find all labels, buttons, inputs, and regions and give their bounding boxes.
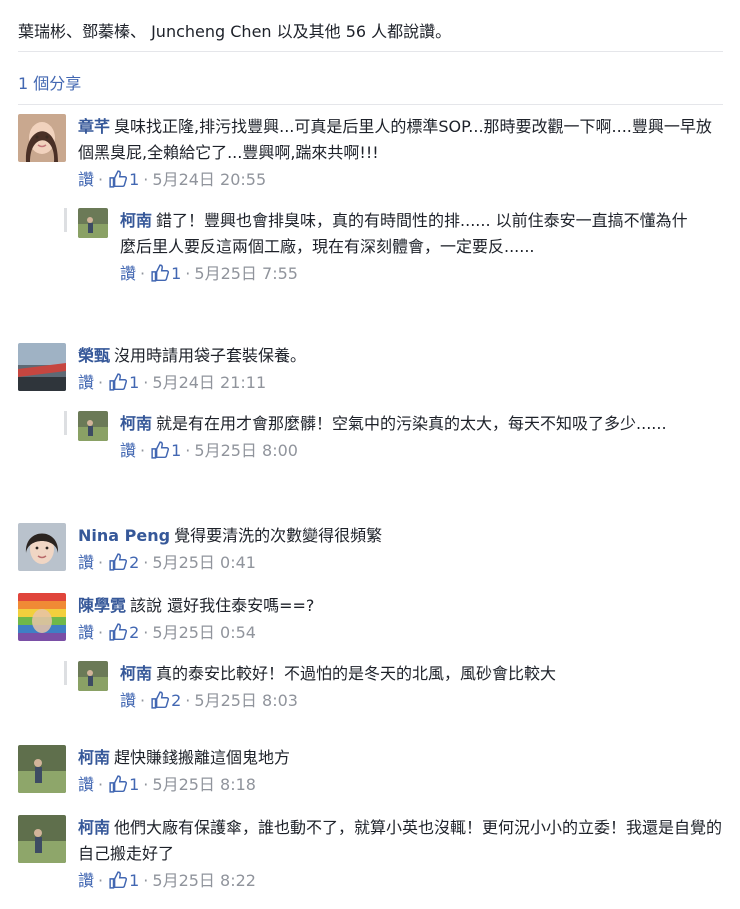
comment-meta: 讚 · 1 · 5月25日 8:18 bbox=[78, 775, 256, 794]
comment-time[interactable]: 5月24日 20:55 bbox=[152, 170, 266, 189]
comment-meta: 讚 · 1 · 5月24日 20:55 bbox=[78, 170, 267, 189]
comment-time[interactable]: 5月25日 0:54 bbox=[152, 623, 256, 642]
comment-time[interactable]: 5月25日 8:03 bbox=[194, 691, 298, 710]
thumb-up-icon bbox=[109, 170, 128, 188]
comment-author[interactable]: 柯南 bbox=[120, 414, 152, 433]
comment-text: 臭味找正隆,排污找豐興...可真是后里人的標準SOP...那時要改觀一下啊...… bbox=[78, 117, 712, 162]
avatar[interactable] bbox=[78, 411, 108, 441]
like-button[interactable]: 讚 bbox=[78, 170, 94, 189]
like-count[interactable]: 2 bbox=[129, 553, 139, 572]
like-button[interactable]: 讚 bbox=[78, 553, 94, 572]
comment-author[interactable]: 柯南 bbox=[78, 818, 110, 837]
comment-time[interactable]: 5月25日 8:18 bbox=[152, 775, 256, 794]
avatar[interactable] bbox=[18, 114, 66, 162]
reply-indent-bar bbox=[64, 411, 67, 435]
thumb-up-icon bbox=[109, 871, 128, 889]
comment-time[interactable]: 5月25日 8:22 bbox=[152, 871, 256, 890]
avatar[interactable] bbox=[18, 343, 66, 391]
avatar[interactable] bbox=[18, 815, 66, 863]
comment-meta: 讚 · 1 · 5月24日 21:11 bbox=[78, 373, 267, 392]
comment-author[interactable]: 柯南 bbox=[120, 664, 152, 683]
like-button[interactable]: 讚 bbox=[78, 623, 94, 642]
comment-text: 趕快賺錢搬離這個鬼地方 bbox=[114, 748, 291, 767]
like-button[interactable]: 讚 bbox=[120, 691, 136, 710]
like-count[interactable]: 2 bbox=[129, 623, 139, 642]
comment-meta: 讚 · 2 · 5月25日 0:41 bbox=[78, 553, 256, 572]
reply-indent-bar bbox=[64, 661, 67, 685]
comment-author[interactable]: 柯南 bbox=[120, 211, 152, 230]
thumb-up-icon bbox=[109, 623, 128, 641]
like-button[interactable]: 讚 bbox=[120, 264, 136, 283]
comment-author[interactable]: 陳學霓 bbox=[78, 596, 126, 615]
comment-text: 真的泰安比較好！不過怕的是冬天的北風，風砂會比較大 bbox=[156, 664, 557, 683]
like-count[interactable]: 1 bbox=[129, 373, 139, 392]
avatar[interactable] bbox=[18, 523, 66, 571]
comment-meta: 讚 · 1 · 5月25日 8:22 bbox=[78, 871, 256, 890]
comment-time[interactable]: 5月25日 0:41 bbox=[152, 553, 256, 572]
thumb-up-icon bbox=[151, 441, 170, 459]
comment-text: 他們大廠有保護傘，誰也動不了，就算小英也沒輒！更何況小小的立委！我還是自覺的自己… bbox=[78, 818, 723, 863]
thumb-up-icon bbox=[109, 553, 128, 571]
comment-meta: 讚 · 2 · 5月25日 8:03 bbox=[120, 691, 298, 710]
shares-link[interactable]: 1 個分享 bbox=[18, 70, 81, 94]
divider bbox=[18, 104, 723, 105]
reply-indent-bar bbox=[64, 208, 67, 232]
like-count[interactable]: 1 bbox=[129, 775, 139, 794]
divider bbox=[18, 51, 723, 52]
comment-text: 就是有在用才會那麼髒！空氣中的污染真的太大，每天不知吸了多少...... bbox=[156, 414, 667, 433]
comment-text: 沒用時請用袋子套裝保養。 bbox=[114, 346, 307, 365]
comment-author[interactable]: 章芊 bbox=[78, 117, 110, 136]
comment-time[interactable]: 5月24日 21:11 bbox=[152, 373, 266, 392]
thumb-up-icon bbox=[109, 775, 128, 793]
comment-text: 覺得要清洗的次數變得很頻繁 bbox=[174, 526, 383, 545]
like-button[interactable]: 讚 bbox=[78, 871, 94, 890]
like-count[interactable]: 1 bbox=[129, 170, 139, 189]
likes-summary[interactable]: 葉瑞彬、鄧蓁榛、 Juncheng Chen 以及其他 56 人都說讚。 bbox=[18, 18, 723, 42]
avatar[interactable] bbox=[18, 593, 66, 641]
avatar[interactable] bbox=[78, 208, 108, 238]
comment-time[interactable]: 5月25日 7:55 bbox=[194, 264, 298, 283]
like-button[interactable]: 讚 bbox=[120, 441, 136, 460]
like-button[interactable]: 讚 bbox=[78, 373, 94, 392]
comment-meta: 讚 · 2 · 5月25日 0:54 bbox=[78, 623, 256, 642]
comment-author[interactable]: Nina Peng bbox=[78, 526, 170, 545]
comment-text: 該說 還好我住泰安嗎==? bbox=[130, 596, 315, 615]
like-count[interactable]: 1 bbox=[171, 441, 181, 460]
comment-author[interactable]: 柯南 bbox=[78, 748, 110, 767]
comment-time[interactable]: 5月25日 8:00 bbox=[194, 441, 298, 460]
like-count[interactable]: 1 bbox=[129, 871, 139, 890]
comment-meta: 讚 · 1 · 5月25日 8:00 bbox=[120, 441, 298, 460]
comment-author[interactable]: 榮甄 bbox=[78, 346, 110, 365]
thumb-up-icon bbox=[151, 264, 170, 282]
avatar[interactable] bbox=[18, 745, 66, 793]
like-button[interactable]: 讚 bbox=[78, 775, 94, 794]
thumb-up-icon bbox=[151, 691, 170, 709]
comment-meta: 讚 · 1 · 5月25日 7:55 bbox=[120, 264, 298, 283]
avatar[interactable] bbox=[78, 661, 108, 691]
comment-text: 錯了！豐興也會排臭味，真的有時間性的排...... 以前住泰安一直搞不懂為什麼后… bbox=[120, 211, 688, 256]
like-count[interactable]: 1 bbox=[171, 264, 181, 283]
like-count[interactable]: 2 bbox=[171, 691, 181, 710]
thumb-up-icon bbox=[109, 373, 128, 391]
